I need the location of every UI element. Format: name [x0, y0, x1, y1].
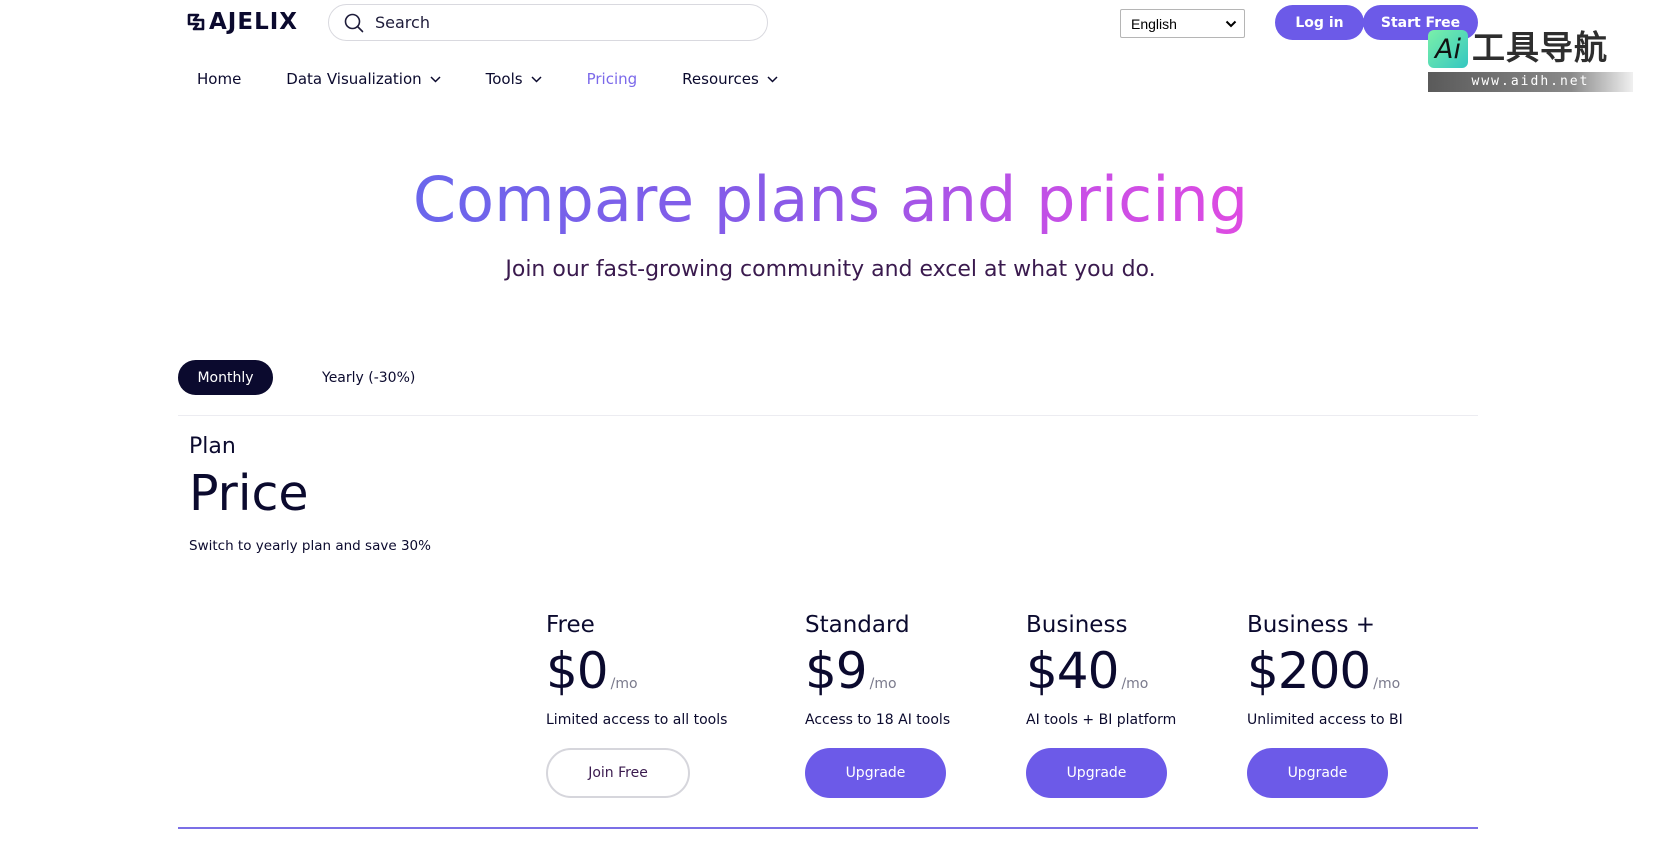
upgrade-standard-button[interactable]: Upgrade [805, 748, 946, 798]
nav-item-label: Data Visualization [286, 70, 422, 88]
nav-item-label: Home [197, 70, 242, 88]
nav-item-resources[interactable]: Resources [682, 70, 778, 88]
plan-price: $200 [1247, 642, 1371, 700]
plan-description: Access to 18 AI tools [805, 712, 951, 728]
nav-item-label: Tools [485, 70, 523, 88]
plan-description: Limited access to all tools [546, 712, 728, 728]
page-title: Compare plans and pricing [412, 163, 1249, 236]
main-nav: Home Data Visualization Tools Pricing Re… [197, 70, 823, 88]
plan-period: /mo [1121, 676, 1149, 692]
nav-item-tools[interactable]: Tools [486, 70, 542, 88]
nav-item-label: Pricing [586, 70, 638, 88]
plan-business: Business $40 /mo AI tools + BI platform … [1026, 612, 1176, 798]
search-box[interactable] [328, 4, 768, 41]
yearly-savings-note: Switch to yearly plan and save 30% [189, 538, 431, 554]
plan-description: AI tools + BI platform [1026, 712, 1177, 728]
nav-item-data-visualization[interactable]: Data Visualization [286, 70, 441, 88]
plan-price: $0 [546, 642, 609, 700]
chevron-down-icon [531, 75, 542, 83]
divider [178, 827, 1478, 829]
plan-price: $40 [1026, 642, 1119, 700]
watermark-ai-logo: Ai [1428, 30, 1468, 68]
plan-free: Free $0 /mo Limited access to all tools … [546, 612, 727, 798]
chevron-down-icon [767, 75, 778, 83]
billing-monthly-toggle[interactable]: Monthly [178, 360, 273, 395]
language-value: English [1131, 15, 1177, 32]
search-input[interactable] [375, 13, 755, 32]
plan-name: Free [546, 612, 595, 638]
billing-yearly-toggle[interactable]: Yearly (-30%) [322, 360, 415, 395]
plan-name: Standard [805, 612, 910, 638]
plan-description: Unlimited access to BI [1247, 712, 1403, 728]
plan-period: /mo [1373, 676, 1401, 692]
upgrade-business-button[interactable]: Upgrade [1026, 748, 1167, 798]
plan-heading: Plan [189, 434, 236, 459]
logo[interactable]: AJELIX [185, 9, 298, 35]
watermark-title: 工具导航 [1472, 28, 1608, 67]
plan-name: Business [1026, 612, 1128, 638]
price-heading: Price [189, 465, 309, 522]
logo-text: AJELIX [209, 9, 299, 35]
plan-period: /mo [610, 676, 638, 692]
plan-price: $9 [805, 642, 868, 700]
join-free-button[interactable]: Join Free [546, 748, 690, 798]
chevron-down-icon [1225, 20, 1237, 27]
search-icon [344, 13, 364, 32]
language-select[interactable]: English [1120, 9, 1245, 38]
plan-period: /mo [869, 676, 897, 692]
login-button[interactable]: Log in [1275, 5, 1364, 40]
nav-item-pricing[interactable]: Pricing [587, 70, 638, 88]
watermark-url: www.aidh.net [1428, 72, 1633, 92]
nav-item-label: Resources [682, 70, 759, 88]
nav-item-home[interactable]: Home [197, 70, 241, 88]
chevron-down-icon [430, 75, 441, 83]
logo-mark-icon [187, 13, 205, 31]
page-subtitle: Join our fast-growing community and exce… [505, 257, 1156, 282]
plan-business-plus: Business + $200 /mo Unlimited access to … [1247, 612, 1403, 798]
plan-name: Business + [1247, 612, 1376, 638]
divider [178, 415, 1478, 416]
plan-standard: Standard $9 /mo Access to 18 AI tools Up… [805, 612, 950, 798]
watermark-badge: Ai 工具导航 www.aidh.net [1428, 28, 1633, 92]
upgrade-business-plus-button[interactable]: Upgrade [1247, 748, 1388, 798]
